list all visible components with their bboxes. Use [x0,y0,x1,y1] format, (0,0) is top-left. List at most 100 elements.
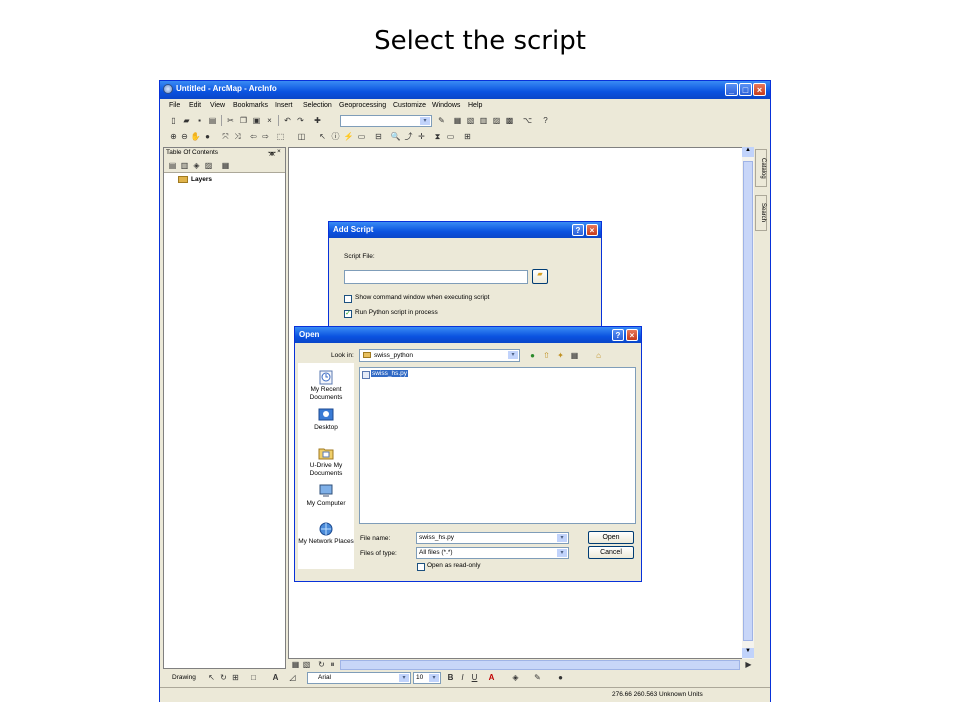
font-combo[interactable]: Arial ▾ [307,672,411,684]
menu-customize[interactable]: Customize [393,102,426,109]
scroll-thumb[interactable] [743,161,753,641]
add-script-close-button[interactable]: × [586,224,598,236]
select-elements-arrow-icon[interactable]: ↖ [206,672,217,683]
save-icon[interactable]: ▪ [194,115,205,126]
clear-selection-icon[interactable]: ◫ [296,131,307,142]
editor-icon[interactable]: ✎ [436,115,447,126]
layout-view-icon[interactable]: ▧ [301,659,312,670]
menu-edit[interactable]: Edit [189,102,201,109]
help-icon[interactable]: ? [540,115,551,126]
redo-icon[interactable]: ↷ [295,115,306,126]
horizontal-scrollbar[interactable] [340,660,740,670]
select-elements-icon[interactable]: ↖ [317,131,328,142]
refresh-icon[interactable]: ↻ [316,659,327,670]
file-name-dropdown-icon[interactable]: ▾ [557,534,567,542]
menu-geoprocessing[interactable]: Geoprocessing [339,102,386,109]
pause-drawing-icon[interactable]: ⏸ [327,659,338,670]
back-nav-icon[interactable]: ● [527,350,538,361]
up-one-level-icon[interactable]: ⇧ [541,350,552,361]
scroll-right-icon[interactable]: ▶ [743,659,754,670]
add-script-help-button[interactable]: ? [572,224,584,236]
run-in-process-checkbox[interactable]: ✓ [344,310,352,318]
pin-icon[interactable]: ᚘ [268,148,276,156]
file-name-input[interactable]: swiss_hs.py ▾ [416,532,569,544]
view-menu-icon[interactable]: ▦ [569,350,580,361]
toc-options-icon[interactable]: ▦ [220,160,231,171]
cancel-button[interactable]: Cancel [588,546,634,559]
delete-icon[interactable]: × [264,115,275,126]
open-help-button[interactable]: ? [612,329,624,341]
place-desktop[interactable]: Desktop [298,407,354,432]
zoom-out-icon[interactable]: ⊖ [179,131,190,142]
pan-icon[interactable]: ✋ [190,131,201,142]
open-folder-icon[interactable]: ▰ [181,115,192,126]
bold-button[interactable]: B [445,672,456,683]
font-color-button[interactable]: A [486,672,497,683]
catalog-icon[interactable]: ▥ [478,115,489,126]
zoom-in-icon[interactable]: ⊕ [168,131,179,142]
menu-file[interactable]: File [169,102,180,109]
fill-color-icon[interactable]: ◈ [510,672,521,683]
file-item[interactable]: swiss_hs.py [371,370,409,377]
list-by-selection-icon[interactable]: ▨ [203,160,214,171]
rectangle-icon[interactable]: □ [248,672,259,683]
forward-icon[interactable]: ⇨ [260,131,271,142]
files-of-type-select[interactable]: All files (*.*) ▾ [416,547,569,559]
fixed-zoom-in-icon[interactable]: ⤧ [220,131,231,142]
go-to-xy-icon[interactable]: ✛ [416,131,427,142]
show-command-checkbox[interactable] [344,295,352,303]
drawing-menu[interactable]: Drawing [172,674,196,681]
vertical-scrollbar[interactable]: ▲ ▼ [742,147,754,659]
font-size-combo[interactable]: 10 ▾ [413,672,441,684]
place-recent-documents[interactable]: My Recent Documents [298,369,354,402]
find-icon[interactable]: 🔍 [390,131,401,142]
menu-bookmarks[interactable]: Bookmarks [233,102,268,109]
layout-icon[interactable]: ▧ [465,115,476,126]
home-icon[interactable]: ⌂ [593,350,604,361]
maximize-button[interactable]: □ [739,83,752,96]
print-icon[interactable]: ▤ [207,115,218,126]
rotate-icon[interactable]: ↻ [218,672,229,683]
fixed-zoom-out-icon[interactable]: ⤨ [232,131,243,142]
place-my-computer[interactable]: My Computer [298,483,354,508]
menu-selection[interactable]: Selection [303,102,332,109]
new-folder-icon[interactable]: ✦ [555,350,566,361]
open-button[interactable]: Open [588,531,634,544]
script-file-input[interactable] [344,270,528,284]
create-viewer-icon[interactable]: ⊞ [462,131,473,142]
scroll-down-icon[interactable]: ▼ [742,648,754,658]
minimize-button[interactable]: _ [725,83,738,96]
menu-windows[interactable]: Windows [432,102,460,109]
copy-icon[interactable]: ❐ [238,115,249,126]
paste-icon[interactable]: ▣ [251,115,262,126]
new-document-icon[interactable]: ▯ [168,115,179,126]
cut-icon[interactable]: ✂ [225,115,236,126]
table-icon[interactable]: ▦ [452,115,463,126]
measure-icon[interactable]: ⊟ [373,131,384,142]
files-of-type-dropdown-icon[interactable]: ▾ [557,549,567,557]
file-list[interactable]: swiss_hs.py [359,367,636,524]
menu-insert[interactable]: Insert [275,102,293,109]
search-window-icon[interactable]: ▨ [491,115,502,126]
close-button[interactable]: × [753,83,766,96]
scale-combo[interactable]: ▾ [340,115,432,127]
select-features-icon[interactable]: ⬚ [275,131,286,142]
arctoolbox-icon[interactable]: ▩ [504,115,515,126]
italic-button[interactable]: I [457,672,468,683]
list-by-drawing-order-icon[interactable]: ▤ [167,160,178,171]
text-tool-icon[interactable]: A [270,672,281,683]
look-in-select[interactable]: swiss_python ▾ [359,349,520,362]
time-slider-icon[interactable]: ⧗ [432,131,443,142]
layers-label[interactable]: Layers [191,176,212,183]
marker-color-icon[interactable]: ● [555,672,566,683]
add-data-icon[interactable]: ✚ [312,115,323,126]
place-network-places[interactable]: My Network Places [298,521,354,546]
toc-close-icon[interactable]: × [277,148,281,155]
look-in-dropdown-icon[interactable]: ▾ [508,351,518,359]
menu-help[interactable]: Help [468,102,482,109]
identify-icon[interactable]: ⓘ [330,131,341,142]
place-my-documents[interactable]: U-Drive My Documents [298,445,354,478]
find-route-icon[interactable]: ⤴ [403,131,414,142]
browse-folder-button[interactable]: ▰ [532,269,548,284]
full-extent-icon[interactable]: ● [202,131,213,142]
